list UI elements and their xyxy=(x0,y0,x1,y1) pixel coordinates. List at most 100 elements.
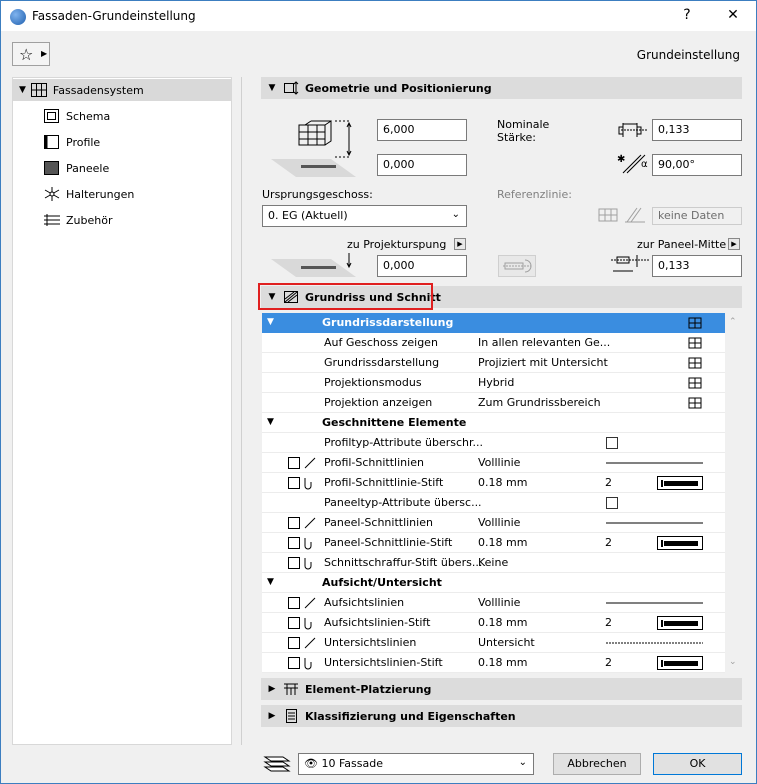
origin-story-select[interactable]: 0. EG (Aktuell) ⌄ xyxy=(262,205,467,227)
curtain-wall-icon xyxy=(30,83,47,97)
chevron-down-icon[interactable]: ▼ xyxy=(267,417,274,427)
pen-swatch[interactable] xyxy=(657,656,703,670)
sidebar-item-label: Fassadensystem xyxy=(52,83,144,97)
flip-button[interactable] xyxy=(498,255,536,277)
chevron-down-icon[interactable]: ▼ xyxy=(267,577,274,587)
row-preview xyxy=(592,496,704,510)
offset-input[interactable]: 0,000 xyxy=(377,154,467,176)
angle-input[interactable]: 90,00° xyxy=(652,154,742,176)
panel-middle-input[interactable]: 0,133 xyxy=(652,255,742,277)
solid-line-preview xyxy=(606,522,703,524)
row-value: Volllinie xyxy=(478,516,521,529)
chevron-right-icon[interactable]: ▶ xyxy=(261,684,283,694)
table-row[interactable]: Untersichtslinien Untersicht xyxy=(262,633,725,653)
section-title: Element-Platzierung xyxy=(305,682,432,696)
star-icon: ☆ xyxy=(19,45,34,64)
table-row[interactable]: Aufsichtslinien Volllinie xyxy=(262,593,725,613)
project-origin-toggle[interactable]: ▶ xyxy=(454,238,466,250)
projection-mode-icon xyxy=(688,377,702,389)
dialog-window: Fassaden-Grundeinstellung ? ✕ ☆ ▶ Grunde… xyxy=(0,0,757,784)
section-placement-header[interactable]: ▶ Element-Platzierung xyxy=(261,678,742,700)
window-title: Fassaden-Grundeinstellung xyxy=(32,9,196,23)
section-geometry-header[interactable]: ▼ Geometrie und Positionierung xyxy=(261,77,742,99)
close-button[interactable]: ✕ xyxy=(723,7,743,23)
favorites-button[interactable]: ☆ ▶ xyxy=(12,42,50,66)
origin-story-value: 0. EG (Aktuell) xyxy=(268,209,348,222)
row-name: Grundrissdarstellung xyxy=(322,316,454,329)
row-name: Auf Geschoss zeigen xyxy=(324,336,438,349)
panel-middle-toggle[interactable]: ▶ xyxy=(728,238,740,250)
row-name: Schnittschraffur-Stift übers... xyxy=(324,556,483,569)
table-row[interactable]: Profiltyp-Attribute überschr... xyxy=(262,433,725,453)
table-row[interactable]: Auf Geschoss zeigen In allen relevanten G… xyxy=(262,333,725,353)
angle-icon: ✱ α xyxy=(617,154,648,174)
pen-swatch[interactable] xyxy=(657,536,703,550)
svg-text:✱: ✱ xyxy=(617,154,625,165)
table-scrollbar[interactable]: ⌃ ⌄ xyxy=(725,313,742,673)
floorplan-display-icon xyxy=(688,357,702,369)
table-group-row[interactable]: ▼ Aufsicht/Untersicht xyxy=(262,573,725,593)
placement-icon xyxy=(283,681,299,697)
cancel-button[interactable]: Abbrechen xyxy=(553,753,641,775)
override-checkbox[interactable] xyxy=(606,497,618,509)
pen-swatch[interactable] xyxy=(657,616,703,630)
table-group-row[interactable]: ▼ Grundrissdarstellung xyxy=(262,313,725,333)
table-row[interactable]: Projektionsmodus Hybrid xyxy=(262,373,725,393)
table-row[interactable]: Untersichtslinien-Stift 0.18 mm 2 xyxy=(262,653,725,673)
row-name: Geschnittene Elemente xyxy=(322,416,467,429)
panel-splitter[interactable] xyxy=(241,77,245,745)
chevron-right-icon: ▶ xyxy=(41,49,48,58)
chevron-down-icon[interactable]: ▼ xyxy=(19,85,26,95)
sidebar-item-halterungen[interactable]: Halterungen xyxy=(44,183,134,205)
panel-middle-icon xyxy=(611,255,649,272)
override-checkbox[interactable] xyxy=(606,437,618,449)
row-divider xyxy=(262,672,725,673)
table-row[interactable]: Aufsichtslinien-Stift 0.18 mm 2 xyxy=(262,613,725,633)
chevron-down-icon[interactable]: ▼ xyxy=(261,83,283,93)
row-preview xyxy=(592,356,704,370)
row-value: Projiziert mit Untersicht xyxy=(478,356,608,369)
table-row[interactable]: Profil-Schnittlinien Volllinie xyxy=(262,453,725,473)
height-input[interactable]: 6,000 xyxy=(377,119,467,141)
help-button[interactable]: ? xyxy=(677,7,697,23)
table-group-row[interactable]: ▼ Geschnittene Elemente xyxy=(262,413,725,433)
row-preview xyxy=(592,396,704,410)
row-preview xyxy=(592,456,704,470)
panel-line-icon xyxy=(287,516,321,530)
table-row[interactable]: Paneel-Schnittlinie-Stift 0.18 mm 2 xyxy=(262,533,725,553)
project-origin-input[interactable]: 0,000 xyxy=(377,255,467,277)
chevron-up-icon[interactable]: ⌃ xyxy=(729,317,737,327)
pen-swatch[interactable] xyxy=(657,476,703,490)
floorplan-settings-table: ▼ Grundrissdarstellung Auf Geschoss zeigen… xyxy=(262,313,725,673)
sidebar-item-paneele[interactable]: Paneele xyxy=(44,157,109,179)
chevron-down-icon[interactable]: ⌄ xyxy=(729,657,737,667)
sidebar-item-label: Zubehör xyxy=(66,213,113,227)
sidebar-item-profile[interactable]: Profile xyxy=(44,131,100,153)
view-line-icon xyxy=(287,656,321,670)
row-name: Paneeltyp-Attribute übersc... xyxy=(324,496,482,509)
sidebar-item-schema[interactable]: Schema xyxy=(44,105,110,127)
layer-select[interactable]: 👁 10 Fassade ⌄ xyxy=(298,753,534,775)
ok-button[interactable]: OK xyxy=(653,753,742,775)
accessory-icon xyxy=(44,213,60,227)
nominal-thickness-input[interactable]: 0,133 xyxy=(652,119,742,141)
row-value: 0.18 mm xyxy=(478,536,528,549)
table-row[interactable]: Schnittschraffur-Stift übers... Keine xyxy=(262,553,725,573)
default-settings-label: Grundeinstellung xyxy=(636,48,740,62)
table-row[interactable]: Grundrissdarstellung Projiziert mit Unter… xyxy=(262,353,725,373)
section-classification-header[interactable]: ▶ Klassifizierung und Eigenschaften xyxy=(261,705,742,727)
table-row[interactable]: Profil-Schnittlinie-Stift 0.18 mm 2 xyxy=(262,473,725,493)
origin-story-label: Ursprungsgeschoss: xyxy=(262,188,373,201)
chevron-right-icon[interactable]: ▶ xyxy=(261,711,283,721)
chevron-down-icon[interactable]: ▼ xyxy=(267,317,274,327)
table-row[interactable]: Paneel-Schnittlinien Volllinie xyxy=(262,513,725,533)
sidebar-item-zubehoer[interactable]: Zubehör xyxy=(44,209,112,231)
row-preview xyxy=(592,576,704,590)
view-line-icon xyxy=(287,596,321,610)
table-row[interactable]: Projektion anzeigen Zum Grundrissbereich xyxy=(262,393,725,413)
table-row[interactable]: Paneeltyp-Attribute übersc... xyxy=(262,493,725,513)
sidebar-item-fassadensystem[interactable]: ▼ Fassadensystem xyxy=(13,79,231,101)
height-diagram xyxy=(271,120,356,177)
row-preview xyxy=(592,436,704,450)
reference-line-input: keine Daten xyxy=(652,207,742,225)
